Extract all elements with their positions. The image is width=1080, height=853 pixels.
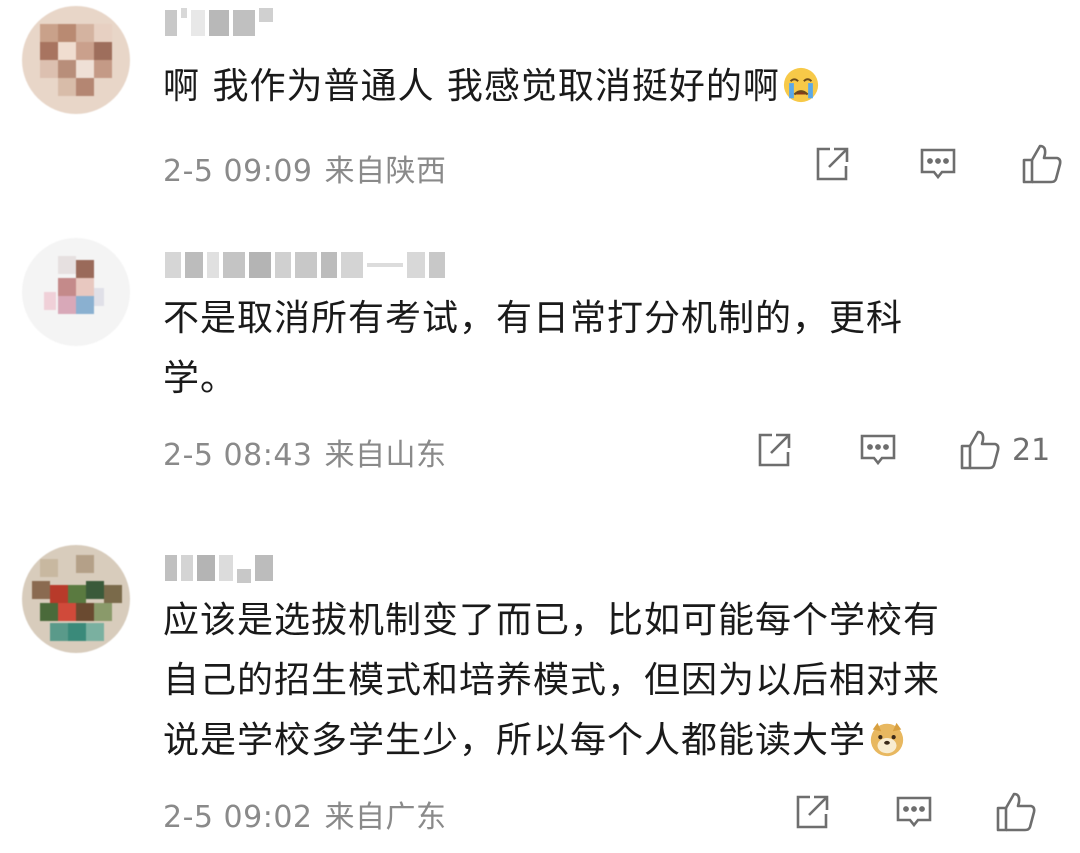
share-button[interactable] [792,790,832,834]
doge-icon [870,722,904,757]
reply-button[interactable] [894,790,934,834]
comment-item: 应该是选拔机制变了而已，比如可能每个学校有 自己的招生模式和培养模式，但因为以后… [0,0,1080,853]
avatar[interactable] [22,545,130,653]
comment-text-line: 应该是选拔机制变了而已，比如可能每个学校有 [163,600,941,641]
comment-text-line: 自己的招生模式和培养模式，但因为以后相对来 [163,660,941,701]
username[interactable] [165,553,273,583]
comment-icon [896,796,932,828]
thumbs-up-icon [996,792,1036,832]
share-icon [796,795,829,829]
comment-text-line: 说是学校多学生少，所以每个人都能读大学 [163,710,906,772]
like-button[interactable] [994,790,1048,834]
comment-actions [0,790,1080,834]
